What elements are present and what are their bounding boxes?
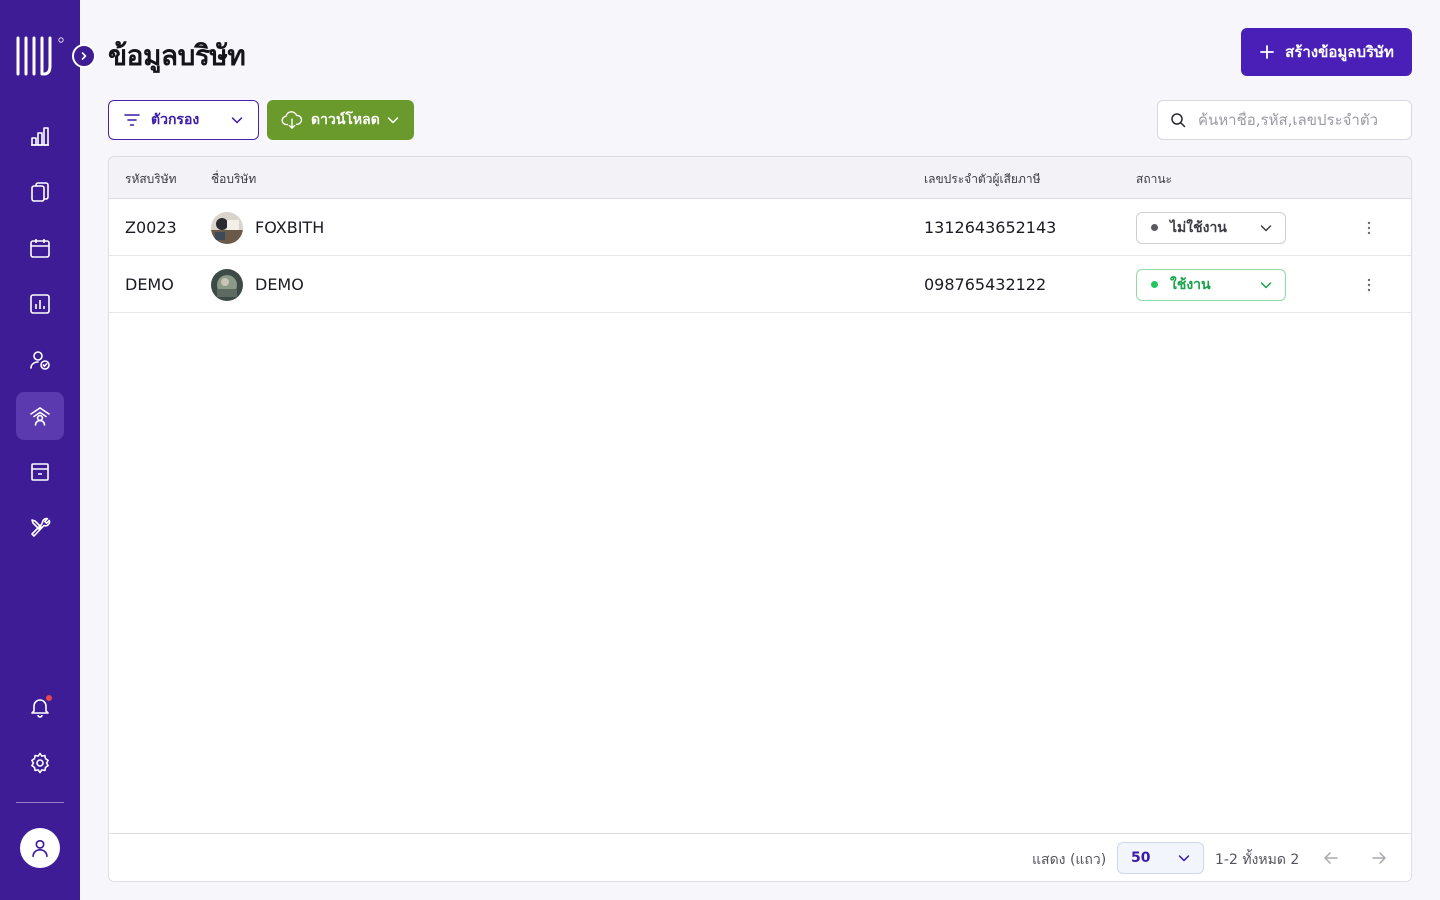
sidebar-item-reports[interactable] bbox=[16, 280, 64, 328]
company-name: FOXBITH bbox=[255, 218, 325, 237]
company-name-cell: DEMO bbox=[211, 256, 304, 313]
brand-logo-icon[interactable] bbox=[16, 36, 64, 76]
status-dot bbox=[1151, 224, 1158, 231]
calendar-icon bbox=[30, 239, 50, 258]
table-row[interactable]: Z0023 FOXBITH 1312643652143 ไม่ใช้งาน bbox=[109, 199, 1411, 256]
documents-icon bbox=[31, 182, 49, 202]
company-signal-icon bbox=[30, 407, 50, 426]
table-footer: แสดง (แถว) 50 1-2 ทั้งหมด 2 bbox=[109, 833, 1411, 881]
chevron-down-icon bbox=[1260, 224, 1272, 231]
row-menu-button[interactable] bbox=[1357, 273, 1381, 297]
chart-bars-icon bbox=[31, 127, 49, 146]
filter-button[interactable]: ตัวกรอง bbox=[108, 100, 259, 140]
notification-dot bbox=[46, 695, 52, 701]
cloud-download-icon bbox=[281, 111, 303, 129]
company-name-cell: FOXBITH bbox=[211, 199, 324, 256]
more-vertical-icon bbox=[1367, 278, 1371, 291]
status-dropdown[interactable]: ใช้งาน bbox=[1136, 268, 1286, 301]
chevron-down-icon bbox=[387, 117, 399, 124]
pagination-range: 1-2 ทั้งหมด 2 bbox=[1215, 852, 1300, 868]
sidebar-item-users[interactable] bbox=[16, 336, 64, 384]
plus-icon bbox=[1260, 45, 1275, 59]
chevron-down-icon bbox=[231, 117, 243, 124]
company-code: Z0023 bbox=[125, 218, 177, 237]
rows-per-page-label: แสดง (แถว) bbox=[1032, 852, 1107, 868]
search-box bbox=[1157, 100, 1412, 140]
company-tax-id: 098765432122 bbox=[924, 275, 1047, 294]
tools-icon bbox=[31, 517, 51, 537]
row-actions-cell bbox=[1357, 199, 1381, 256]
chevron-down-icon bbox=[1178, 855, 1190, 862]
archive-box-icon bbox=[31, 463, 49, 481]
sidebar-item-company[interactable] bbox=[16, 392, 64, 440]
previous-page-button[interactable] bbox=[1319, 846, 1343, 870]
company-avatar bbox=[211, 268, 243, 301]
user-check-icon bbox=[30, 351, 50, 370]
user-icon bbox=[32, 839, 48, 858]
status-cell: ใช้งาน bbox=[1136, 256, 1286, 313]
download-label: ดาวน์โหลด bbox=[311, 112, 380, 128]
filter-label: ตัวกรอง bbox=[151, 112, 200, 128]
rows-per-page-value: 50 bbox=[1131, 850, 1151, 866]
column-header-status: สถานะ bbox=[1136, 172, 1172, 186]
create-company-label: สร้างข้อมูลบริษัท bbox=[1285, 43, 1394, 61]
search-icon bbox=[1171, 113, 1186, 128]
sidebar-collapse-button[interactable] bbox=[72, 44, 96, 68]
row-actions-cell bbox=[1357, 256, 1381, 313]
filter-icon bbox=[124, 114, 140, 126]
column-header-code: รหัสบริษัท bbox=[125, 172, 177, 186]
column-header-name: ชื่อบริษัท bbox=[211, 172, 257, 186]
status-label: ใช้งาน bbox=[1170, 276, 1211, 293]
more-vertical-icon bbox=[1367, 221, 1371, 234]
arrow-left-icon bbox=[1324, 852, 1338, 864]
company-tax-id: 1312643652143 bbox=[924, 218, 1057, 237]
download-button[interactable]: ดาวน์โหลด bbox=[267, 100, 414, 140]
next-page-button[interactable] bbox=[1367, 846, 1391, 870]
notifications-button[interactable] bbox=[16, 683, 64, 731]
search-input[interactable] bbox=[1198, 111, 1398, 129]
column-header-tax-id: เลขประจำตัวผู้เสียภาษี bbox=[924, 172, 1041, 186]
rows-per-page-select[interactable]: 50 bbox=[1117, 842, 1204, 874]
company-avatar bbox=[211, 211, 243, 244]
report-chart-icon bbox=[30, 294, 50, 314]
sidebar-item-dashboard[interactable] bbox=[16, 112, 64, 160]
sidebar bbox=[0, 0, 80, 900]
sidebar-item-documents[interactable] bbox=[16, 168, 64, 216]
arrow-right-icon bbox=[1372, 852, 1386, 864]
sidebar-divider bbox=[16, 802, 64, 803]
chevron-down-icon bbox=[1260, 281, 1272, 288]
sidebar-item-archive[interactable] bbox=[16, 448, 64, 496]
company-name: DEMO bbox=[255, 275, 304, 294]
gear-icon bbox=[31, 752, 49, 774]
status-dot bbox=[1151, 281, 1158, 288]
settings-button[interactable] bbox=[16, 739, 64, 787]
table-row[interactable]: DEMO DEMO 098765432122 ใช้งาน bbox=[109, 256, 1411, 313]
sidebar-item-tools[interactable] bbox=[16, 504, 64, 552]
create-company-button[interactable]: สร้างข้อมูลบริษัท bbox=[1241, 28, 1412, 76]
status-cell: ไม่ใช้งาน bbox=[1136, 199, 1286, 256]
table-header: รหัสบริษัท ชื่อบริษัท เลขประจำตัวผู้เสีย… bbox=[109, 157, 1411, 199]
chevron-right-icon bbox=[81, 52, 87, 60]
sidebar-item-calendar[interactable] bbox=[16, 224, 64, 272]
company-table: รหัสบริษัท ชื่อบริษัท เลขประจำตัวผู้เสีย… bbox=[108, 156, 1412, 882]
company-code: DEMO bbox=[125, 275, 174, 294]
page-title: ข้อมูลบริษัท bbox=[108, 39, 246, 72]
row-menu-button[interactable] bbox=[1357, 216, 1381, 240]
user-avatar[interactable] bbox=[20, 828, 60, 868]
status-label: ไม่ใช้งาน bbox=[1170, 219, 1227, 236]
status-dropdown[interactable]: ไม่ใช้งาน bbox=[1136, 211, 1286, 244]
